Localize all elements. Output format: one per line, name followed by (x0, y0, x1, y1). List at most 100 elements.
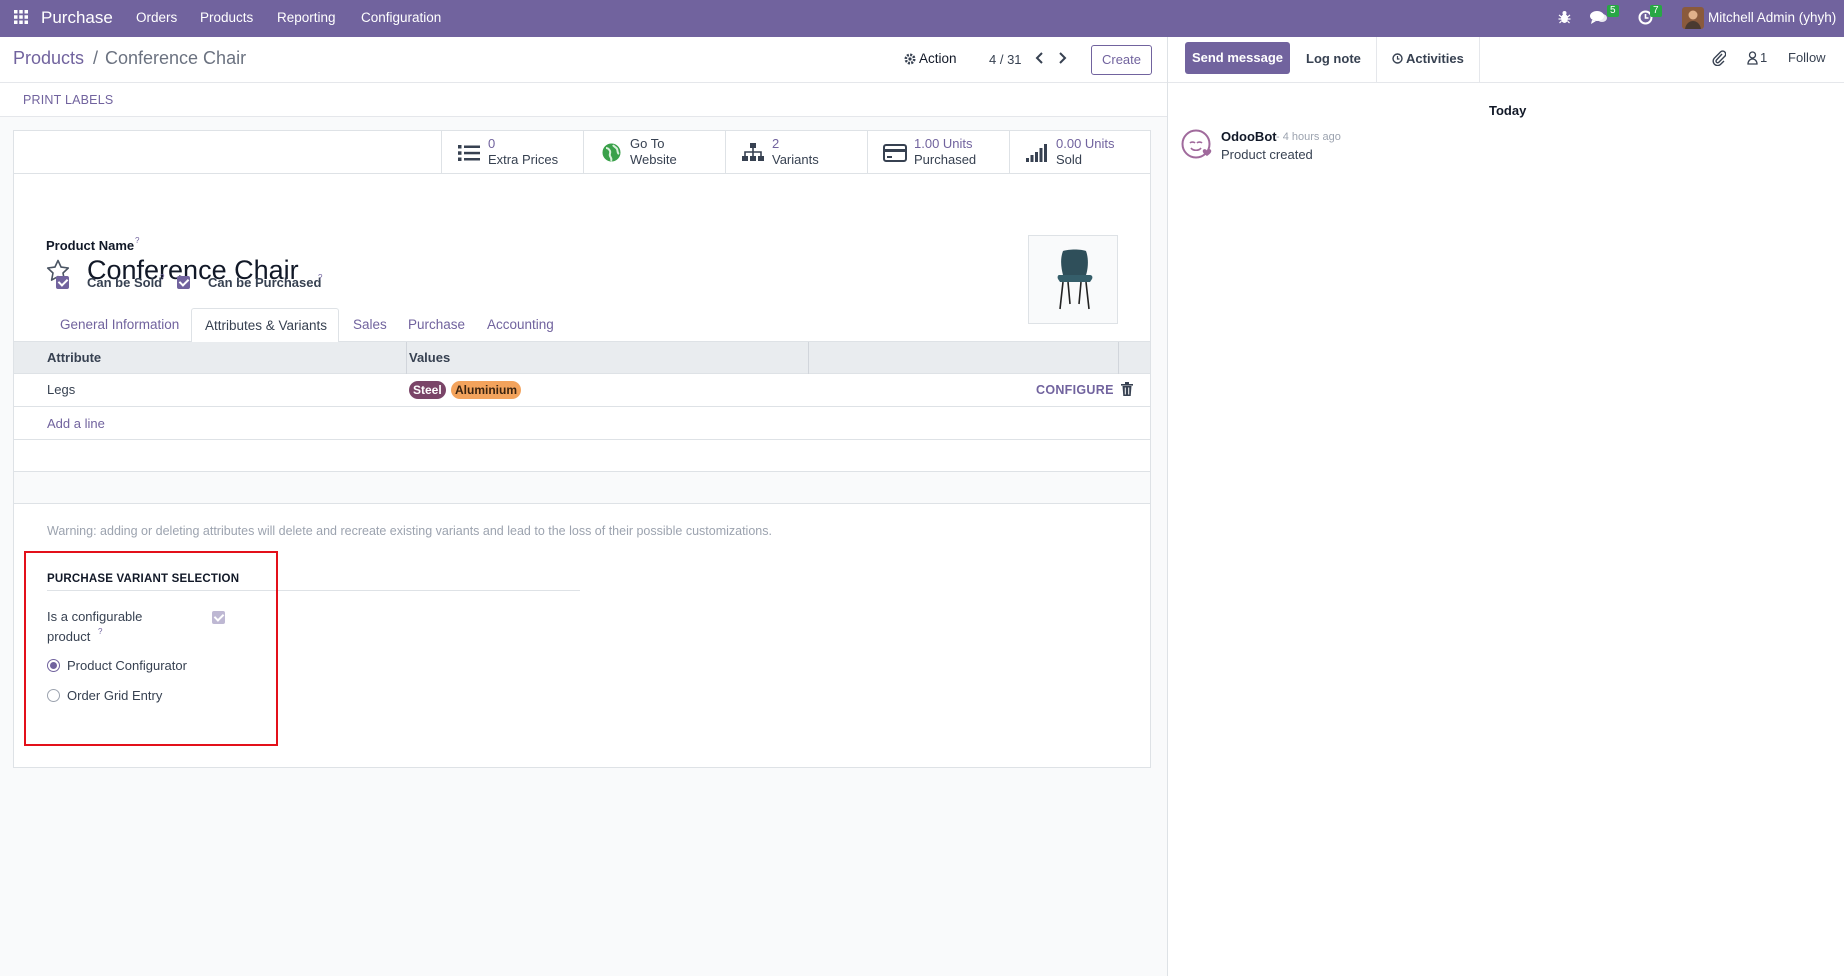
header-divider (1118, 342, 1119, 374)
extra-prices-label: Extra Prices (488, 152, 559, 167)
can-be-sold-tooltip[interactable]: ? (160, 273, 164, 282)
menu-configuration[interactable]: Configuration (361, 0, 441, 37)
attribute-name: Legs (47, 382, 76, 397)
messages-icon[interactable] (1590, 10, 1608, 25)
attributes-table: Attribute Values Legs Steel Aluminium CO… (14, 342, 1150, 506)
apps-menu-icon[interactable] (14, 10, 28, 24)
follow-button[interactable]: Follow (1788, 50, 1826, 65)
warning-text: adding or deleting attributes will delet… (100, 524, 772, 538)
empty-row (14, 472, 1150, 504)
warning-label: Warning: (47, 524, 97, 538)
button-box-bar: PRINT LABELS (0, 83, 1167, 117)
tab-general-information[interactable]: General Information (60, 308, 179, 342)
sitemap-icon (742, 143, 764, 161)
can-be-sold-checkbox[interactable] (56, 276, 69, 289)
credit-card-icon (883, 144, 907, 162)
can-be-purchased-checkbox[interactable] (177, 276, 190, 289)
signal-icon (1026, 144, 1047, 162)
header-divider (406, 342, 407, 374)
extra-prices-button[interactable]: 0 Extra Prices (441, 131, 583, 174)
header-values[interactable]: Values (409, 350, 450, 365)
tab-purchase[interactable]: Purchase (408, 308, 465, 342)
pager-previous-icon[interactable] (1035, 51, 1045, 65)
table-header: Attribute Values (14, 342, 1150, 374)
menu-orders[interactable]: Orders (136, 0, 177, 37)
purchased-value: 1.00 Units (914, 136, 973, 151)
message-body: Product created (1221, 147, 1313, 162)
can-be-sold-label: Can be Sold (87, 275, 163, 290)
empty-row (14, 440, 1150, 472)
debug-bug-icon[interactable] (1558, 10, 1571, 24)
breadcrumb-products[interactable]: Products (13, 48, 84, 69)
action-label: Action (919, 51, 957, 66)
header-attribute[interactable]: Attribute (47, 350, 101, 365)
variants-button[interactable]: 2 Variants (725, 131, 867, 174)
send-message-label: Send message (1191, 50, 1284, 65)
sold-button[interactable]: 0.00 Units Sold (1009, 131, 1150, 174)
table-row[interactable]: Legs Steel Aluminium CONFIGURE (14, 374, 1150, 407)
list-icon (458, 145, 480, 161)
message-time: - 4 hours ago (1276, 131, 1341, 143)
go-to-website-button[interactable]: Go To Website (583, 131, 725, 174)
breadcrumb-current: Conference Chair (105, 48, 247, 68)
add-line-link[interactable]: Add a line (47, 416, 105, 431)
message-author[interactable]: OdooBot (1221, 129, 1277, 144)
variants-label: Variants (772, 152, 819, 167)
messages-count-badge: 5 (1607, 5, 1619, 17)
variants-warning: Warning: adding or deleting attributes w… (47, 524, 772, 538)
top-navbar: Purchase Orders Products Reporting Confi… (0, 0, 1844, 37)
website-label: Website (630, 152, 677, 167)
followers-user-icon[interactable] (1747, 51, 1758, 65)
create-button[interactable]: Create (1091, 45, 1152, 75)
user-avatar[interactable] (1682, 7, 1704, 29)
activities-label: Activities (1406, 51, 1464, 66)
form-view: Products / Conference Chair Action 4 / 3… (0, 37, 1167, 976)
tab-accounting[interactable]: Accounting (487, 308, 554, 342)
user-name[interactable]: Mitchell Admin (yhyh) (1708, 0, 1836, 37)
chair-image (1057, 249, 1093, 310)
activities-count-badge: 7 (1650, 5, 1662, 17)
pager-next-icon[interactable] (1057, 51, 1067, 65)
pager-value[interactable]: 4 / 31 (989, 52, 1022, 67)
go-to-label: Go To (630, 136, 665, 151)
menu-reporting[interactable]: Reporting (277, 0, 336, 37)
gear-icon (904, 53, 916, 65)
menu-products[interactable]: Products (200, 0, 253, 37)
app-name[interactable]: Purchase (41, 0, 113, 37)
product-name-tooltip[interactable]: ? (135, 236, 139, 245)
variants-count: 2 (772, 136, 780, 151)
chatter-topbar: Send message Log note Activities 1 Follo… (1168, 37, 1844, 83)
header-divider (808, 342, 809, 374)
sold-value: 0.00 Units (1056, 136, 1115, 151)
breadcrumb-separator: / (93, 48, 99, 68)
chatter-panel: Send message Log note Activities 1 Follo… (1167, 37, 1844, 976)
delete-trash-icon[interactable] (1121, 382, 1133, 396)
chatter-divider (1479, 37, 1480, 83)
add-line-row: Add a line (14, 407, 1150, 440)
extra-prices-count: 0 (488, 136, 496, 151)
create-label: Create (1101, 52, 1142, 67)
paperclip-icon[interactable] (1712, 50, 1726, 66)
chatter-divider (1376, 37, 1377, 83)
send-message-button[interactable]: Send message (1185, 42, 1290, 74)
followers-count[interactable]: 1 (1760, 50, 1767, 65)
sold-label: Sold (1056, 152, 1083, 167)
log-note-button[interactable]: Log note (1306, 51, 1361, 66)
purchased-button[interactable]: 1.00 Units Purchased (867, 131, 1009, 174)
stat-buttons-row: 0 Extra Prices Go To Website 2 Variants (14, 131, 1150, 174)
product-name-label: Product Name (46, 238, 135, 253)
globe-icon (602, 143, 621, 162)
value-tag-aluminium: Aluminium (451, 381, 521, 399)
date-separator: Today (1489, 103, 1527, 118)
notebook-tabs: General Information Attributes & Variant… (14, 308, 1150, 343)
print-labels-button[interactable]: PRINT LABELS (23, 93, 113, 107)
tab-sales[interactable]: Sales (353, 308, 387, 342)
can-be-purchased-tooltip[interactable]: ? (318, 273, 322, 282)
highlight-box (24, 551, 278, 746)
chatter-message: OdooBot - 4 hours ago Product created (1181, 129, 1821, 179)
control-panel: Products / Conference Chair Action 4 / 3… (0, 37, 1167, 83)
clock-icon (1392, 53, 1403, 64)
tab-attributes-variants[interactable]: Attributes & Variants (191, 308, 339, 343)
purchased-label: Purchased (914, 152, 977, 167)
configure-button[interactable]: CONFIGURE (1036, 383, 1114, 397)
